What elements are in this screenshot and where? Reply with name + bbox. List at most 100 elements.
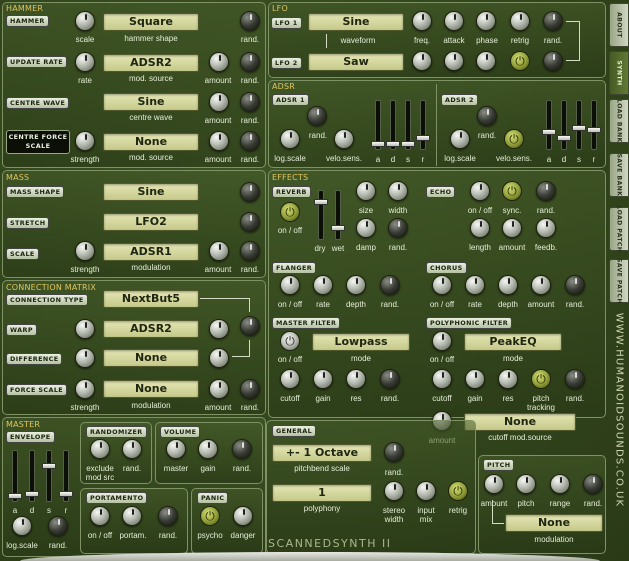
adsr2-rand-knob[interactable] [477,106,497,126]
envelope-attack-slider[interactable] [8,450,22,502]
lfo1-phase-knob[interactable] [476,11,496,31]
poly-filter-mode-display[interactable]: PeakEQ [464,333,562,351]
mass-scale-rand-knob[interactable] [240,241,260,261]
update-rate-knob[interactable] [75,52,95,72]
volume-master-knob[interactable] [166,439,186,459]
poly-filter-pitch-tracking-toggle[interactable] [531,369,551,389]
connection-type-display[interactable]: NextBut5 [103,290,199,308]
lfo1-freq-knob[interactable] [412,11,432,31]
volume-rand-knob[interactable] [232,439,252,459]
mass-shape-display[interactable]: Sine [103,183,199,201]
flanger-power-knob[interactable] [280,275,300,295]
lfo2-retrig-toggle[interactable] [510,51,530,71]
lfo2-rand-knob[interactable] [543,51,563,71]
randomizer-rand-knob[interactable] [122,439,142,459]
adsr1-decay-slider[interactable] [386,100,400,150]
centre-wave-amount-knob[interactable] [209,92,229,112]
poly-filter-power-knob[interactable] [432,331,452,351]
centre-wave-display[interactable]: Sine [103,93,199,111]
envelope-logscale-knob[interactable] [12,516,32,536]
reverb-dry-slider[interactable] [314,190,328,240]
adsr2-velo-toggle[interactable] [504,129,524,149]
force-scale-strength-knob[interactable] [75,379,95,399]
lfo1-attack-knob[interactable] [444,11,464,31]
adsr1-velo-knob[interactable] [334,129,354,149]
lfo2-waveform-display[interactable]: Saw [308,53,404,71]
master-filter-cutoff-knob[interactable] [280,369,300,389]
lfo2-phase-knob[interactable] [476,51,496,71]
difference-amount-knob[interactable] [209,348,229,368]
stereo-width-knob[interactable] [384,481,404,501]
envelope-rand-knob[interactable] [48,516,68,536]
adsr1-sustain-slider[interactable] [401,100,415,150]
warp-display[interactable]: ADSR2 [103,320,199,338]
pitchbend-scale-display[interactable]: +- 1 Octave [272,444,372,462]
envelope-decay-slider[interactable] [25,450,39,502]
hammer-shape-display[interactable]: Square [103,13,199,31]
panic-danger-knob[interactable] [233,506,253,526]
flanger-rate-knob[interactable] [313,275,333,295]
tab-save-bank[interactable]: SAVE BANK [609,153,629,197]
warp-rand-knob[interactable] [240,316,260,336]
reverb-width-knob[interactable] [388,181,408,201]
mass-scale-strength-knob[interactable] [75,241,95,261]
echo-length-knob[interactable] [470,218,490,238]
stretch-display[interactable]: LFO2 [103,213,199,231]
tab-load-patch[interactable]: LOAD PATCH [609,206,629,252]
panic-psycho-button[interactable] [200,506,220,526]
reverb-rand-knob[interactable] [388,218,408,238]
mass-scale-amount-knob[interactable] [209,241,229,261]
lfo1-retrig-knob[interactable] [510,11,530,31]
difference-knob[interactable] [75,348,95,368]
poly-filter-res-knob[interactable] [498,369,518,389]
tab-load-bank[interactable]: LOAD BANK [609,99,629,143]
master-filter-power-toggle[interactable] [280,331,300,351]
pitch-amount-knob[interactable] [484,474,504,494]
warp-knob[interactable] [75,319,95,339]
randomizer-exclude-knob[interactable] [90,439,110,459]
mass-scale-mod-display[interactable]: ADSR1 [103,243,199,261]
chorus-amount-knob[interactable] [531,275,551,295]
poly-filter-cutoff-mod-display[interactable]: None [464,413,576,431]
portamento-power-knob[interactable] [90,506,110,526]
echo-rand-knob[interactable] [536,181,556,201]
update-rate-amount-knob[interactable] [209,52,229,72]
adsr1-rand-knob[interactable] [307,106,327,126]
hammer-scale-knob[interactable] [75,11,95,31]
tab-save-patch[interactable]: SAVE PATCH [609,258,629,304]
echo-power-knob[interactable] [470,181,490,201]
echo-sync-toggle[interactable] [502,181,522,201]
stretch-rand-knob[interactable] [240,212,260,232]
retrig-toggle[interactable] [448,481,468,501]
chorus-rand-knob[interactable] [565,275,585,295]
tab-about[interactable]: ABOUT [609,3,629,47]
lfo2-freq-knob[interactable] [412,51,432,71]
pitch-rand-knob[interactable] [583,474,603,494]
centre-force-source-display[interactable]: None [103,133,199,151]
force-scale-rand-knob[interactable] [240,379,260,399]
adsr2-release-slider[interactable] [587,100,601,150]
centre-force-amount-knob[interactable] [209,131,229,151]
echo-amount-knob[interactable] [502,218,522,238]
portamento-time-knob[interactable] [122,506,142,526]
envelope-sustain-slider[interactable] [42,450,56,502]
adsr2-logscale-knob[interactable] [450,129,470,149]
master-filter-gain-knob[interactable] [313,369,333,389]
pitch-modulation-display[interactable]: None [505,514,603,532]
reverb-damp-knob[interactable] [356,218,376,238]
portamento-rand-knob[interactable] [158,506,178,526]
input-mix-knob[interactable] [416,481,436,501]
polyphony-display[interactable]: 1 [272,484,372,502]
hammer-rand-knob[interactable] [240,11,260,31]
mass-shape-rand-knob[interactable] [240,182,260,202]
tab-synth[interactable]: SYNTH [609,51,629,95]
reverb-size-knob[interactable] [356,181,376,201]
lfo1-waveform-display[interactable]: Sine [308,13,404,31]
update-rate-rand-knob[interactable] [240,52,260,72]
chorus-rate-knob[interactable] [465,275,485,295]
master-filter-mode-display[interactable]: Lowpass [312,333,410,351]
master-filter-rand-knob[interactable] [380,369,400,389]
general-rand-knob[interactable] [384,442,404,462]
echo-feedback-knob[interactable] [536,218,556,238]
envelope-release-slider[interactable] [59,450,73,502]
